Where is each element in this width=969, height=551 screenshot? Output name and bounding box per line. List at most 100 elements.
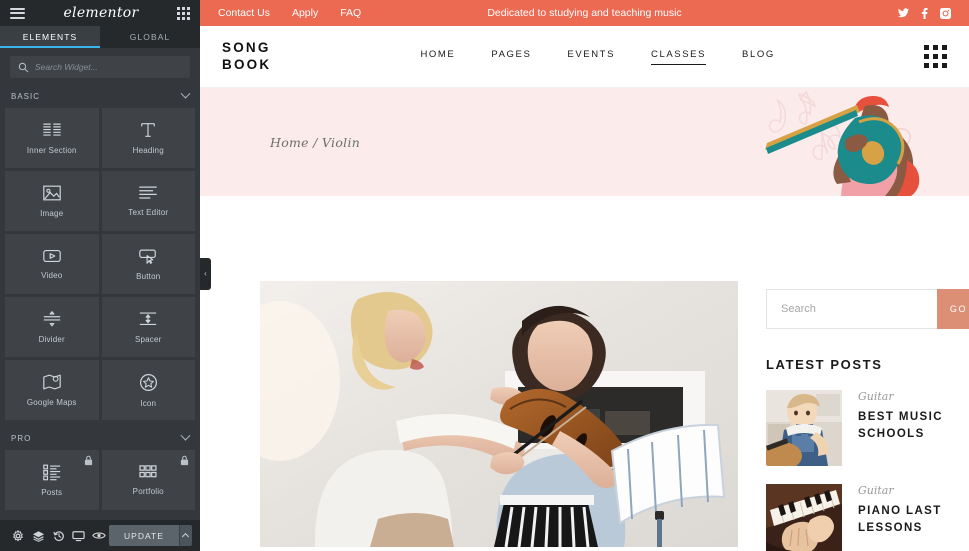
facebook-icon[interactable] — [921, 7, 928, 19]
site-nav: SONG BOOK HOME PAGES EVENTS CLASSES BLOG — [200, 26, 969, 88]
elementor-panel: elementor ELEMENTS GLOBAL BASIC — [0, 0, 200, 551]
instagram-icon[interactable] — [940, 7, 951, 19]
violin-lesson-photo — [260, 281, 738, 547]
post-title[interactable]: BEST MUSIC SCHOOLS — [858, 409, 969, 442]
widget-label: Image — [40, 209, 64, 218]
page-content: GO LATEST POSTS — [200, 281, 969, 551]
widget-video[interactable]: Video — [5, 234, 99, 294]
apps-grid-icon[interactable] — [176, 6, 190, 20]
widget-label: Button — [136, 271, 161, 281]
search-go-button[interactable]: GO — [937, 289, 969, 329]
page-hero: Home / Violin — [200, 88, 969, 196]
widget-label: Google Maps — [26, 398, 77, 407]
nav-item-pages[interactable]: PAGES — [491, 49, 531, 65]
widget-grid-basic: Inner Section Heading Image Text Editor … — [0, 108, 200, 420]
widget-divider[interactable]: Divider — [5, 297, 99, 357]
widget-posts[interactable]: Posts — [5, 450, 99, 510]
apps-grid-icon[interactable] — [923, 45, 947, 68]
brand-line-2: BOOK — [222, 56, 272, 72]
list-item[interactable]: Guitar PIANO LAST LESSONS — [766, 484, 969, 551]
search-input[interactable] — [35, 62, 182, 72]
topbar-link-faq[interactable]: FAQ — [340, 7, 361, 19]
elementor-logo: elementor — [63, 5, 139, 21]
responsive-mode-icon[interactable] — [69, 520, 89, 551]
star-circle-icon — [139, 373, 157, 391]
widget-label: Portfolio — [132, 487, 164, 496]
update-button[interactable]: UPDATE — [109, 525, 179, 546]
topbar-social — [898, 7, 951, 19]
search-icon — [18, 62, 29, 72]
widget-heading[interactable]: Heading — [101, 108, 195, 168]
widget-google-maps[interactable]: Google Maps — [5, 360, 99, 420]
widget-portfolio[interactable]: Portfolio — [101, 450, 195, 510]
widget-grid-pro: Posts Portfolio — [0, 450, 200, 510]
preview-eye-icon[interactable] — [89, 520, 109, 551]
category-header-basic[interactable]: BASIC — [0, 84, 200, 108]
nav-item-events[interactable]: EVENTS — [567, 49, 615, 65]
navigator-layers-icon[interactable] — [28, 520, 48, 551]
category-title-basic: BASIC — [11, 91, 41, 101]
lock-icon — [180, 455, 189, 466]
caret-up-icon — [182, 532, 190, 541]
chevron-left-icon: ‹ — [204, 269, 207, 278]
lock-icon — [84, 455, 92, 466]
widget-icon[interactable]: Icon — [101, 360, 195, 420]
topbar-link-apply[interactable]: Apply — [292, 7, 318, 19]
category-title-pro: PRO — [11, 433, 32, 443]
article-column — [260, 281, 738, 551]
history-revisions-icon[interactable] — [48, 520, 68, 551]
post-category[interactable]: Guitar — [858, 484, 969, 497]
tab-global[interactable]: GLOBAL — [100, 26, 200, 48]
chevron-down-icon — [180, 88, 191, 99]
widget-text-editor[interactable]: Text Editor — [101, 171, 195, 231]
chevron-down-icon — [180, 430, 191, 441]
tab-elements[interactable]: ELEMENTS — [0, 26, 100, 48]
nav-item-classes[interactable]: CLASSES — [651, 49, 707, 65]
category-header-pro[interactable]: PRO — [0, 426, 200, 450]
site-preview: Contact Us Apply FAQ Dedicated to studyi… — [200, 0, 969, 551]
site-logo[interactable]: SONG BOOK — [222, 40, 271, 74]
widget-button[interactable]: Button — [101, 234, 195, 294]
panel-header: elementor — [0, 0, 200, 26]
posts-list-icon — [42, 464, 60, 481]
widget-image[interactable]: Image — [5, 171, 99, 231]
widget-label: Spacer — [134, 335, 162, 344]
panel-tabs: ELEMENTS GLOBAL — [0, 26, 200, 48]
content-spacer — [200, 196, 969, 281]
twitter-icon[interactable] — [898, 8, 909, 18]
post-text: Guitar PIANO LAST LESSONS — [858, 484, 969, 551]
search-input[interactable] — [766, 289, 937, 329]
brand-line-1: SONG — [222, 39, 271, 55]
widget-label: Video — [41, 271, 63, 280]
sidebar-column: GO LATEST POSTS — [766, 281, 969, 551]
image-icon — [42, 185, 61, 201]
widget-spacer[interactable]: Spacer — [101, 297, 195, 357]
guitar-player-illustration — [765, 90, 920, 196]
list-item[interactable]: Guitar BEST MUSIC SCHOOLS — [766, 390, 969, 466]
widget-search-area — [0, 48, 200, 84]
nav-item-home[interactable]: HOME — [420, 49, 455, 65]
widget-label: Posts — [41, 488, 63, 497]
post-text: Guitar BEST MUSIC SCHOOLS — [858, 390, 969, 466]
panel-collapse-handle[interactable]: ‹ — [200, 258, 211, 290]
nav-menu: HOME PAGES EVENTS CLASSES BLOG — [420, 49, 774, 65]
button-cursor-icon — [139, 249, 157, 264]
panel-footer: UPDATE — [0, 520, 200, 551]
widget-inner-section[interactable]: Inner Section — [5, 108, 99, 168]
columns-icon — [42, 123, 61, 136]
latest-posts-heading: LATEST POSTS — [766, 357, 883, 372]
breadcrumb: Home / Violin — [270, 134, 361, 150]
topbar-link-contact-us[interactable]: Contact Us — [218, 7, 270, 19]
widget-label: Inner Section — [26, 145, 77, 155]
widget-label: Heading — [132, 146, 164, 155]
spacer-icon — [140, 312, 157, 326]
post-title[interactable]: PIANO LAST LESSONS — [858, 503, 969, 536]
widget-panel-scroll[interactable]: BASIC Inner Section Heading Image Text E… — [0, 84, 200, 520]
hamburger-icon[interactable] — [10, 7, 25, 19]
post-category[interactable]: Guitar — [858, 390, 969, 403]
search-box[interactable] — [10, 56, 190, 78]
nav-item-blog[interactable]: BLOG — [742, 49, 775, 65]
widget-label: Text Editor — [128, 208, 169, 217]
settings-gear-icon[interactable] — [8, 520, 28, 551]
update-options-button[interactable] — [178, 525, 192, 546]
